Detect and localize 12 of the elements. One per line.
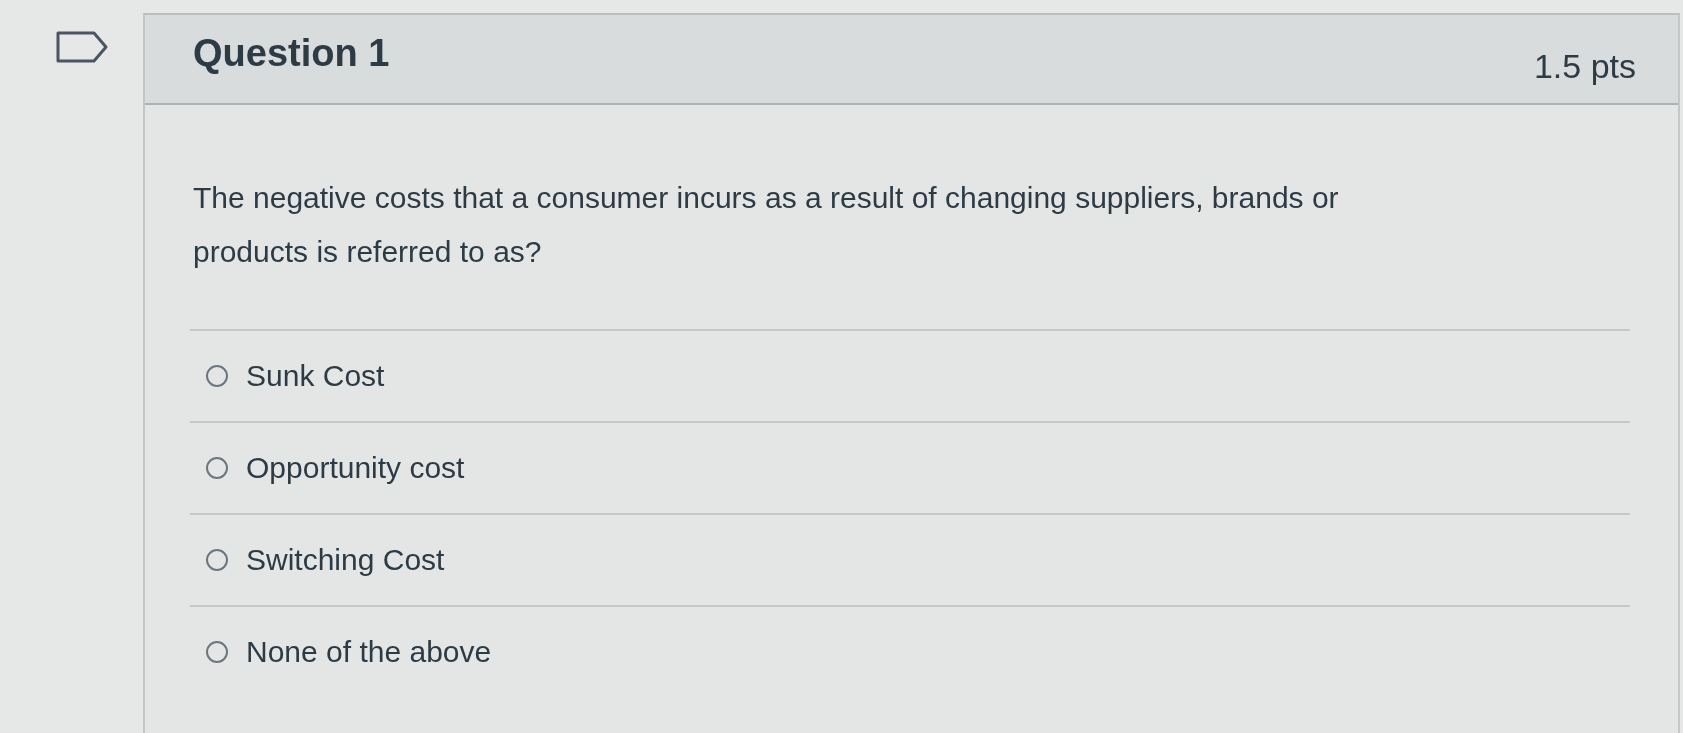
flag-icon[interactable] <box>55 31 108 63</box>
answer-label[interactable]: Sunk Cost <box>246 359 385 393</box>
question-title: Question 1 <box>193 31 390 75</box>
answer-label[interactable]: Switching Cost <box>246 543 445 577</box>
radio-button[interactable] <box>206 457 228 479</box>
radio-button[interactable] <box>206 641 228 663</box>
radio-button[interactable] <box>206 365 228 387</box>
answer-label[interactable]: Opportunity cost <box>246 451 465 485</box>
points-label: 1.5 pts <box>1533 46 1636 86</box>
radio-button[interactable] <box>206 549 228 571</box>
question-text: The negative costs that a consumer incurs as a result of changing suppliers, brands or products is referred to as? <box>193 180 1340 270</box>
answer-label[interactable]: None of the above <box>246 635 492 669</box>
